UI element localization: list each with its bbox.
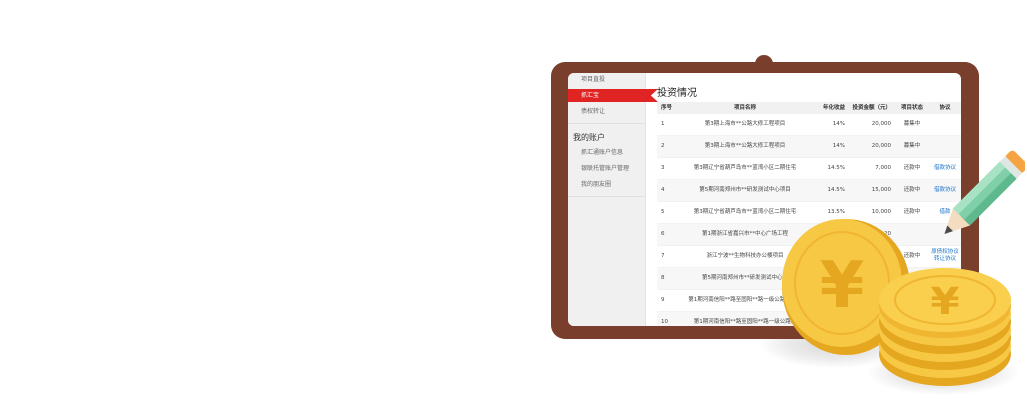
row-amount: 15,000 <box>871 187 891 193</box>
pencil-body <box>952 161 1017 226</box>
sidebar-item-friends[interactable]: 我的朋友圈 <box>568 178 645 191</box>
table-row: 1 第3期上海市**公路大修工程项目 14% 20,000 募集中 <box>657 114 961 136</box>
sidebar-item-zhuahuibao[interactable]: 抓汇宝 <box>568 89 658 102</box>
table-header: 序号 项目名称 年化收益 投资金额（元） 项目状态 协议 <box>657 102 961 114</box>
table-row: 2 第3期上海市**公路大修工程项目 14% 20,000 募集中 <box>657 136 961 158</box>
sidebar-divider <box>568 123 645 124</box>
row-amount: 7,000 <box>875 165 891 171</box>
column-header-rate: 年化收益 <box>822 105 845 111</box>
table-row: 4 第5期河南郑州市**研发测试中心项目 14.5% 15,000 还款中 借款… <box>657 180 961 202</box>
column-header-status: 项目状态 <box>900 105 923 111</box>
sidebar-item-label: 抓汇通账户信息 <box>581 149 624 156</box>
row-rate: 14% <box>832 121 845 127</box>
row-amount: 20,000 <box>871 121 891 127</box>
sidebar-item-label: 项目直投 <box>581 76 606 83</box>
column-header-index: 序号 <box>661 105 673 111</box>
row-rate: 14.5% <box>827 187 845 193</box>
sidebar-item-label: 银联托管账户管理 <box>581 165 630 172</box>
sidebar-item-custody-account[interactable]: 银联托管账户管理 <box>568 162 645 175</box>
row-index: 10 <box>661 319 668 325</box>
row-index: 2 <box>661 143 665 149</box>
sidebar-item-label: 我的朋友圈 <box>581 181 612 188</box>
pencil-icon <box>944 150 1025 234</box>
sidebar-item-direct-invest[interactable]: 项目直投 <box>568 73 645 86</box>
sidebar-item-label: 债权转让 <box>581 108 606 115</box>
row-project-name[interactable]: 第3期上海市**公路大修工程项目 <box>675 114 815 135</box>
column-header-agreement: 协议 <box>939 105 951 111</box>
page-title: 投资情况 <box>657 88 697 99</box>
row-index: 3 <box>661 165 665 171</box>
sidebar-item-account-info[interactable]: 抓汇通账户信息 <box>568 146 645 159</box>
sidebar-item-debt-transfer[interactable]: 债权转让 <box>568 105 645 118</box>
coin-yuan-symbol: ¥ <box>820 249 865 323</box>
row-status: 还款中 <box>903 187 921 193</box>
row-rate: 14% <box>832 143 845 149</box>
row-amount: 20,000 <box>871 143 891 149</box>
row-status: 还款中 <box>903 165 921 171</box>
column-header-name: 项目名称 <box>733 105 756 111</box>
row-index: 1 <box>661 121 665 127</box>
sidebar: 项目直投 抓汇宝 债权转让 我的账户 抓汇通账户信息 银联托管账户管理 我的朋友… <box>568 73 658 326</box>
row-project-name[interactable]: 第3期上海市**公路大修工程项目 <box>675 136 815 157</box>
row-index: 9 <box>661 297 665 303</box>
row-status: 募集中 <box>903 121 921 127</box>
row-rate: 14.5% <box>827 165 845 171</box>
row-index: 7 <box>661 253 665 259</box>
stack-coin-yuan-symbol: ¥ <box>930 280 959 324</box>
my-account-title: 我的账户 <box>573 133 605 142</box>
sidebar-divider <box>568 196 645 197</box>
table-row: 3 第3期辽宁省葫芦岛市**蓝湾小区二期住宅 14.5% 7,000 还款中 借… <box>657 158 961 180</box>
row-project-name[interactable]: 第3期辽宁省葫芦岛市**蓝湾小区二期住宅 <box>675 158 815 179</box>
row-index: 5 <box>661 209 665 215</box>
column-header-amount: 投资金额（元） <box>852 105 891 111</box>
sidebar-item-label: 抓汇宝 <box>581 92 600 99</box>
row-status: 募集中 <box>903 143 921 149</box>
row-index: 8 <box>661 275 665 281</box>
yuan-coin-stack-icon: ¥ <box>879 268 1011 386</box>
row-index: 4 <box>661 187 665 193</box>
row-project-name[interactable]: 第5期河南郑州市**研发测试中心项目 <box>675 180 815 201</box>
row-index: 6 <box>661 231 665 237</box>
